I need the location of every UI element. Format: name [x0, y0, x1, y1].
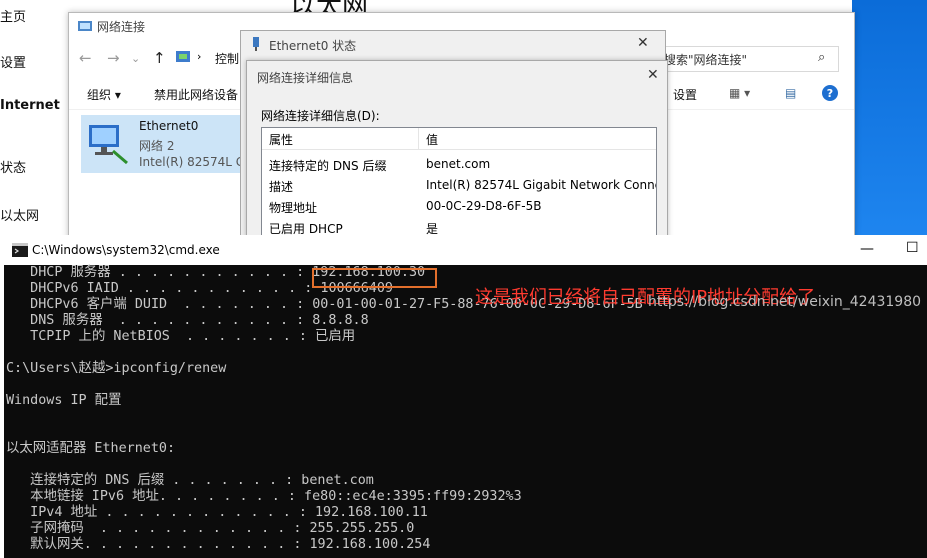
details-key: 连接特定的 DNS 后缀 — [269, 159, 387, 173]
connection-details-dialog: 网络连接详细信息 ✕ 网络连接详细信息(D): 属性 值 连接特定的 DNS 后… — [246, 60, 668, 249]
cmd-line: Windows IP 配置 — [6, 393, 122, 408]
cmd-line: 子网掩码 . . . . . . . . . . . . : 255.255.2… — [6, 521, 415, 536]
details-value: 00-0C-29-D8-6F-5B — [426, 199, 542, 213]
details-row[interactable]: 物理地址 00-0C-29-D8-6F-5B — [262, 196, 656, 217]
nav-settings[interactable]: 设置 — [0, 52, 26, 71]
cmd-title: C:\Windows\system32\cmd.exe — [32, 243, 220, 257]
search-input[interactable]: 搜索"网络连接" ⌕ — [657, 46, 839, 72]
nav-home[interactable]: 主页 — [0, 6, 26, 25]
ethernet-status-icon — [250, 36, 262, 55]
ethernet-status-title: Ethernet0 状态 — [269, 39, 357, 53]
cmd-line: DNS 服务器 . . . . . . . . . . . : 8.8.8.8 — [6, 313, 369, 328]
details-key: 物理地址 — [269, 201, 318, 215]
adapter-item[interactable]: Ethernet0 网络 2 Intel(R) 82574L Gi — [81, 115, 251, 173]
breadcrumb-chevron-icon: › — [197, 50, 202, 63]
help-icon[interactable]: ? — [821, 84, 839, 105]
view-options-icon[interactable]: ▦ ▾ — [729, 86, 750, 100]
disable-device-button[interactable]: 禁用此网络设备 — [154, 86, 238, 103]
close-icon[interactable]: ✕ — [637, 35, 649, 51]
ipv4-highlight-box — [312, 268, 437, 288]
details-header-row: 属性 值 — [262, 128, 656, 150]
details-row[interactable]: 描述 Intel(R) 82574L Gigabit Network Conne… — [262, 175, 656, 196]
column-divider — [418, 128, 419, 149]
up-arrow-icon[interactable]: ↑ — [153, 49, 166, 67]
property-column-header[interactable]: 属性 — [269, 131, 293, 148]
adapter-name: Ethernet0 — [139, 119, 199, 133]
control-panel-icon — [175, 49, 191, 68]
maximize-icon[interactable]: ☐ — [906, 240, 919, 256]
watermark-text: https://blog.csdn.net/weixin_42431980 — [648, 294, 922, 310]
cmd-line: 默认网关. . . . . . . . . . . . . : 192.168.… — [6, 537, 431, 552]
cmd-icon — [12, 243, 28, 260]
adapter-device: Intel(R) 82574L Gi — [139, 155, 249, 169]
details-value: benet.com — [426, 157, 491, 171]
nav-internet[interactable]: Internet — [0, 98, 60, 113]
cmd-line: TCPIP 上的 NetBIOS . . . . . . . : 已启用 — [6, 329, 356, 344]
network-adapter-icon — [87, 121, 131, 168]
breadcrumb[interactable]: 控制 — [215, 50, 239, 67]
nav-status[interactable]: 状态 — [0, 157, 26, 176]
search-icon[interactable]: ⌕ — [818, 50, 825, 65]
cmd-prompt-line: C:\Users\赵越>ipconfig/renew — [6, 361, 227, 376]
chevron-down-icon[interactable]: ⌄ — [131, 52, 140, 65]
preview-pane-icon[interactable]: ▤ — [785, 86, 796, 100]
desktop-wallpaper — [852, 0, 927, 245]
value-column-header[interactable]: 值 — [426, 131, 438, 148]
cmd-line: IPv4 地址 . . . . . . . . . . . . : 192.16… — [6, 505, 428, 520]
organize-button[interactable]: 组织 ▾ — [87, 86, 121, 103]
network-folder-icon — [77, 18, 93, 37]
minimize-icon[interactable]: — — [860, 241, 874, 257]
details-row[interactable]: 连接特定的 DNS 后缀 benet.com — [262, 154, 656, 175]
cmd-line: 以太网适配器 Ethernet0: — [6, 441, 176, 456]
cmd-line: 连接特定的 DNS 后缀 . . . . . . . : benet.com — [6, 473, 374, 488]
network-window-title: 网络连接 — [97, 20, 146, 34]
details-key: 描述 — [269, 180, 294, 194]
back-arrow-icon[interactable]: ← — [79, 49, 92, 67]
cmd-line: 本地链接 IPv6 地址. . . . . . . . : fe80::ec4e… — [6, 489, 522, 504]
details-value: Intel(R) 82574L Gigabit Network Connec — [426, 178, 657, 192]
svg-text:?: ? — [827, 87, 833, 100]
details-list[interactable]: 属性 值 连接特定的 DNS 后缀 benet.com 描述 Intel(R) … — [261, 127, 657, 249]
settings-button[interactable]: 设置 — [673, 86, 697, 103]
nav-ethernet[interactable]: 以太网 — [0, 205, 39, 224]
close-icon[interactable]: ✕ — [647, 67, 659, 83]
adapter-network: 网络 2 — [139, 139, 175, 153]
details-list-label: 网络连接详细信息(D): — [261, 109, 380, 123]
search-placeholder: 搜索"网络连接" — [664, 53, 748, 67]
cmd-titlebar: C:\Windows\system32\cmd.exe — ☐ — [4, 235, 927, 265]
forward-arrow-icon[interactable]: → — [107, 49, 120, 67]
details-dialog-title: 网络连接详细信息 — [257, 71, 354, 85]
